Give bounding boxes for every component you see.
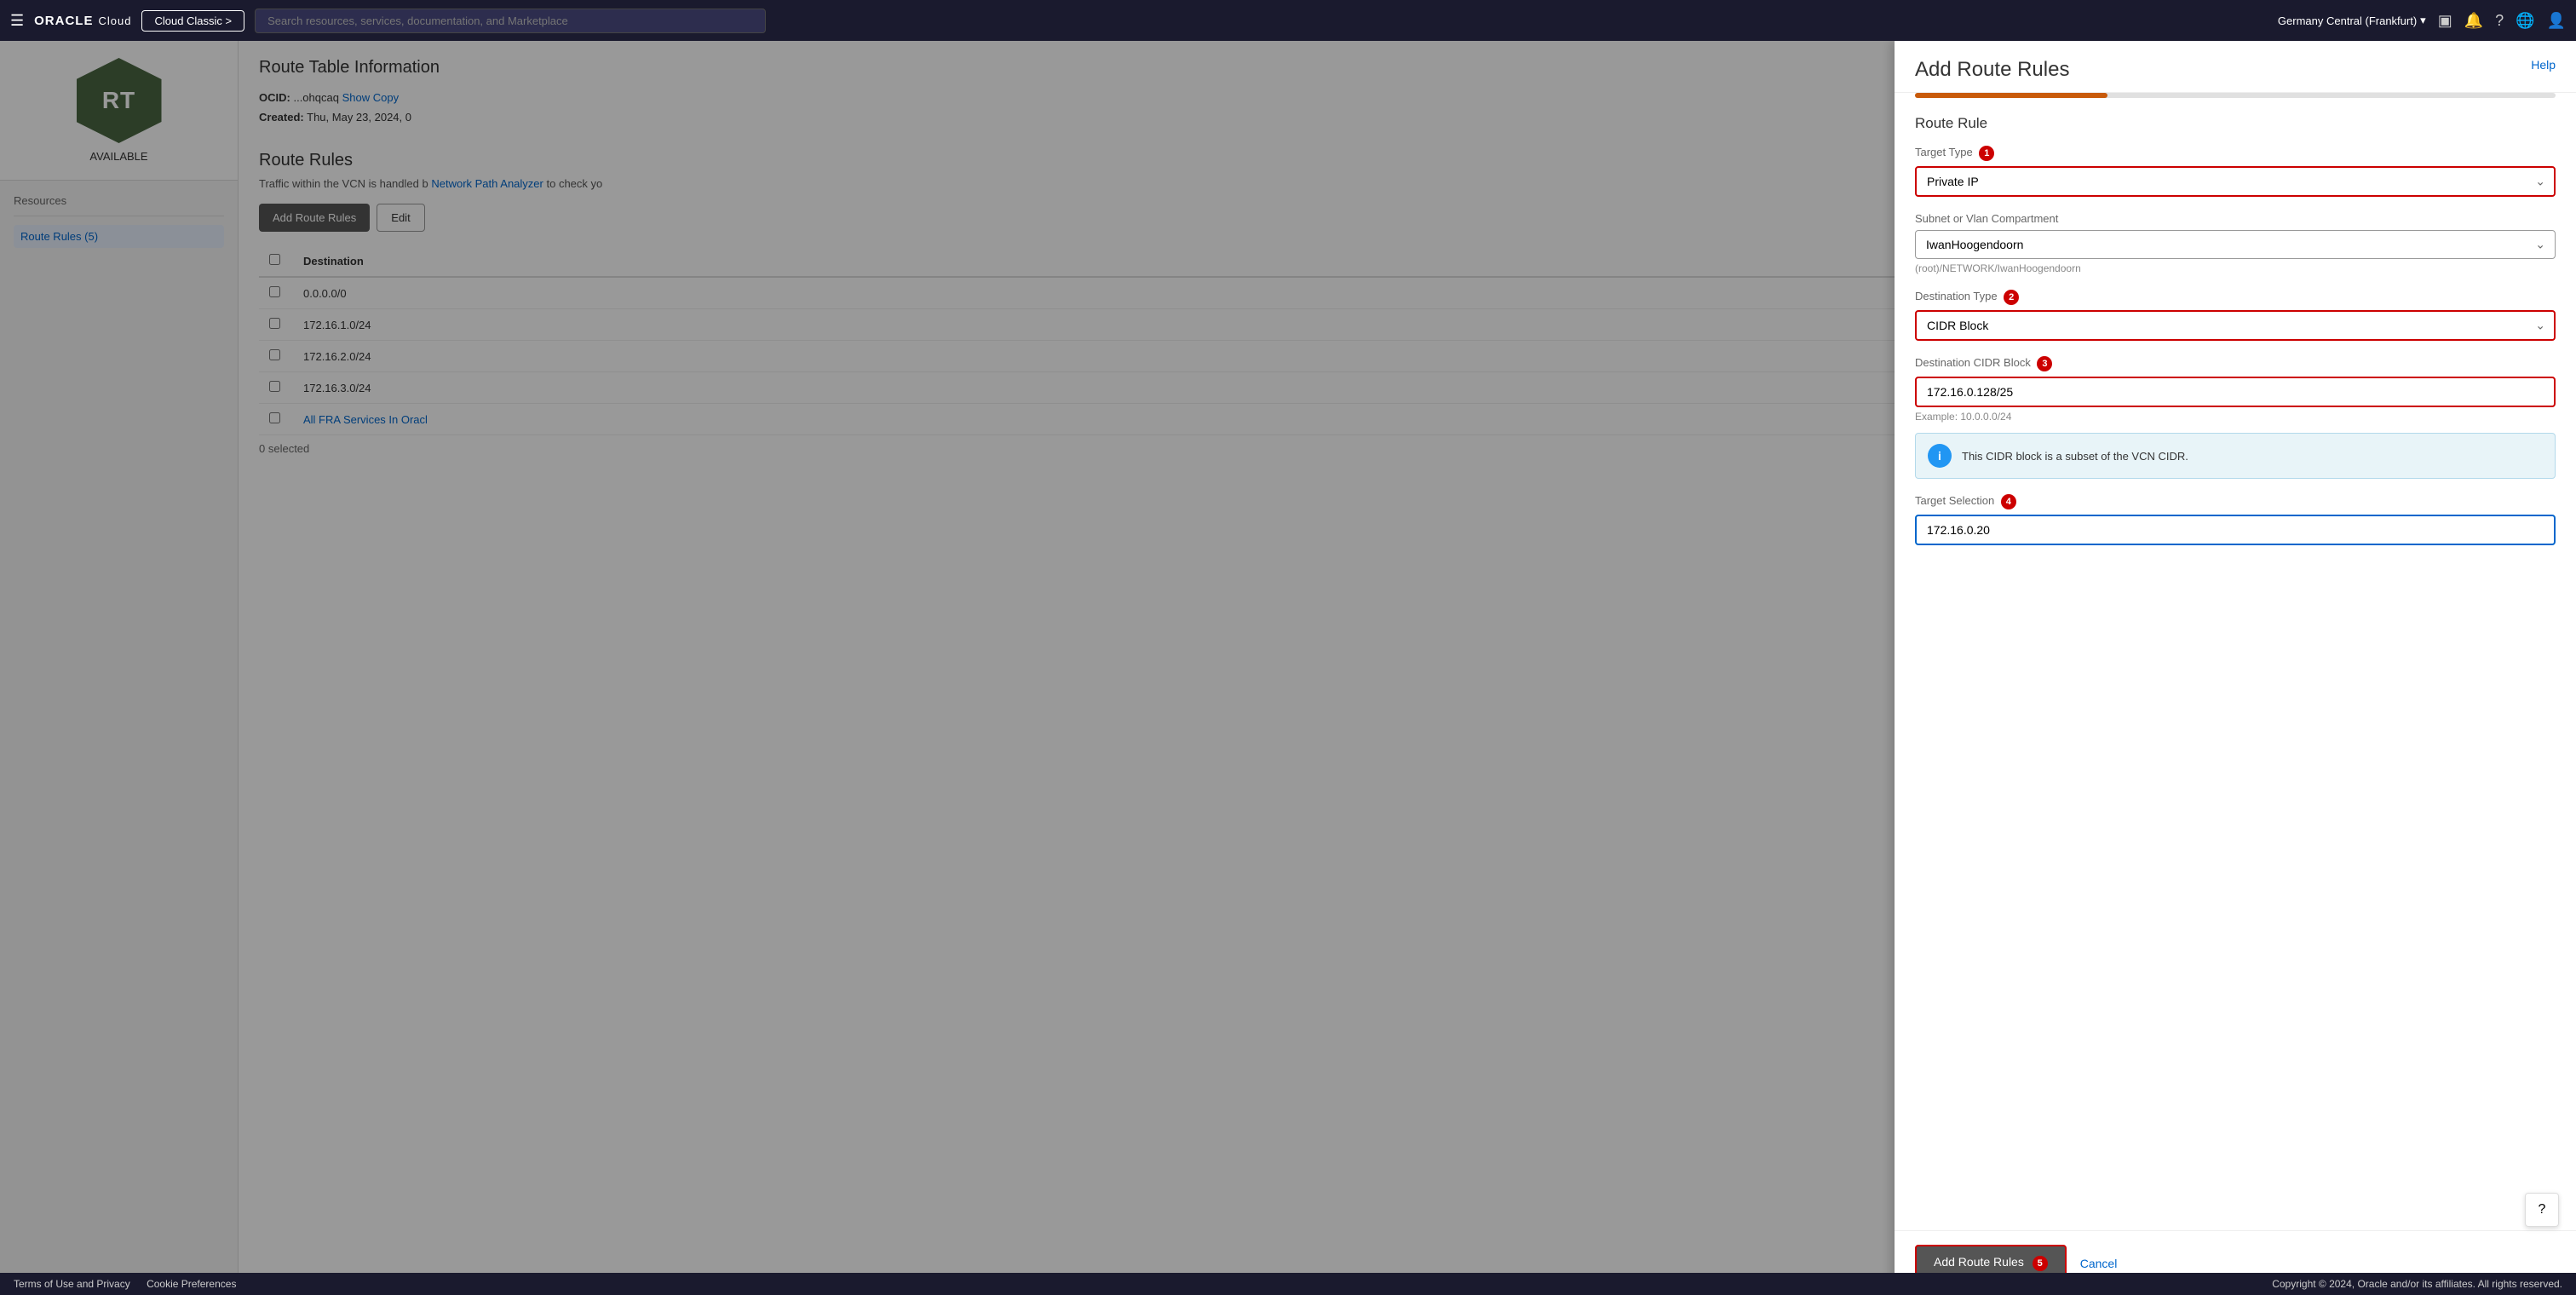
destination-cidr-example: Example: 10.0.0.0/24 [1915, 411, 2556, 423]
subnet-vlan-breadcrumb: (root)/NETWORK/IwanHoogendoorn [1915, 262, 2556, 274]
target-type-select-wrapper: Private IP Internet Gateway NAT Gateway … [1915, 166, 2556, 197]
drawer-header: Add Route Rules Help [1895, 41, 2576, 93]
subnet-vlan-select-wrapper: IwanHoogendoorn [1915, 230, 2556, 259]
help-link[interactable]: Help [2531, 58, 2556, 72]
add-route-rules-drawer: Add Route Rules Help Route Rule Target T… [1895, 41, 2576, 1295]
destination-cidr-input[interactable] [1915, 377, 2556, 407]
destination-type-select[interactable]: CIDR Block Service [1915, 310, 2556, 341]
route-rule-title: Route Rule [1915, 115, 2556, 132]
top-navigation: ☰ ORACLE Cloud Cloud Classic > Germany C… [0, 0, 2576, 41]
terminal-icon[interactable]: ▣ [2438, 12, 2452, 30]
add-btn-badge: 5 [2033, 1256, 2048, 1271]
hamburger-menu[interactable]: ☰ [10, 12, 24, 30]
target-selection-badge: 4 [2001, 494, 2016, 509]
cloud-text: Cloud [98, 14, 131, 27]
target-type-label: Target Type 1 [1915, 146, 2556, 161]
search-input[interactable] [255, 9, 766, 33]
destination-cidr-group: Destination CIDR Block 3 Example: 10.0.0… [1915, 356, 2556, 479]
bottom-bar: Terms of Use and Privacy Cookie Preferen… [0, 1273, 2576, 1295]
region-chevron: ▾ [2420, 14, 2426, 27]
target-selection-input[interactable] [1915, 515, 2556, 545]
profile-icon[interactable]: 👤 [2547, 12, 2566, 30]
target-selection-group: Target Selection 4 [1915, 494, 2556, 545]
region-selector[interactable]: Germany Central (Frankfurt) ▾ [2278, 14, 2426, 27]
destination-type-select-wrapper: CIDR Block Service [1915, 310, 2556, 341]
target-type-badge: 1 [1979, 146, 1994, 161]
destination-cidr-badge: 3 [2037, 356, 2052, 371]
drawer-content: Route Rule Target Type 1 Private IP Inte… [1895, 98, 2576, 1230]
oracle-text: ORACLE [34, 14, 93, 28]
subnet-vlan-label: Subnet or Vlan Compartment [1915, 212, 2556, 225]
destination-type-badge: 2 [2004, 290, 2019, 305]
oracle-logo: ORACLE Cloud [34, 14, 131, 28]
help-float-button[interactable]: ? [2525, 1193, 2559, 1227]
info-banner-text: This CIDR block is a subset of the VCN C… [1962, 450, 2188, 463]
info-icon: i [1928, 444, 1952, 468]
cancel-button[interactable]: Cancel [2080, 1257, 2118, 1270]
target-selection-label: Target Selection 4 [1915, 494, 2556, 509]
destination-type-group: Destination Type 2 CIDR Block Service [1915, 290, 2556, 341]
target-type-select[interactable]: Private IP Internet Gateway NAT Gateway … [1915, 166, 2556, 197]
copyright-text: Copyright © 2024, Oracle and/or its affi… [2272, 1278, 2562, 1290]
destination-type-label: Destination Type 2 [1915, 290, 2556, 305]
subnet-vlan-select[interactable]: IwanHoogendoorn [1915, 230, 2556, 259]
region-label: Germany Central (Frankfurt) [2278, 14, 2417, 27]
cookie-preferences-link[interactable]: Cookie Preferences [147, 1278, 236, 1290]
bell-icon[interactable]: 🔔 [2464, 12, 2483, 30]
destination-cidr-label: Destination CIDR Block 3 [1915, 356, 2556, 371]
info-banner: i This CIDR block is a subset of the VCN… [1915, 433, 2556, 479]
route-rule-section: Route Rule Target Type 1 Private IP Inte… [1915, 115, 2556, 545]
nav-right: Germany Central (Frankfurt) ▾ ▣ 🔔 ? 🌐 👤 [2278, 12, 2566, 30]
bottom-left-links: Terms of Use and Privacy Cookie Preferen… [14, 1278, 236, 1290]
help-float-icon: ? [2539, 1202, 2546, 1217]
drawer-title: Add Route Rules [1915, 58, 2069, 82]
subnet-vlan-group: Subnet or Vlan Compartment IwanHoogendoo… [1915, 212, 2556, 274]
help-icon[interactable]: ? [2495, 12, 2504, 30]
globe-icon[interactable]: 🌐 [2516, 12, 2534, 30]
terms-link[interactable]: Terms of Use and Privacy [14, 1278, 130, 1290]
target-type-group: Target Type 1 Private IP Internet Gatewa… [1915, 146, 2556, 197]
cloud-classic-button[interactable]: Cloud Classic > [141, 10, 244, 32]
